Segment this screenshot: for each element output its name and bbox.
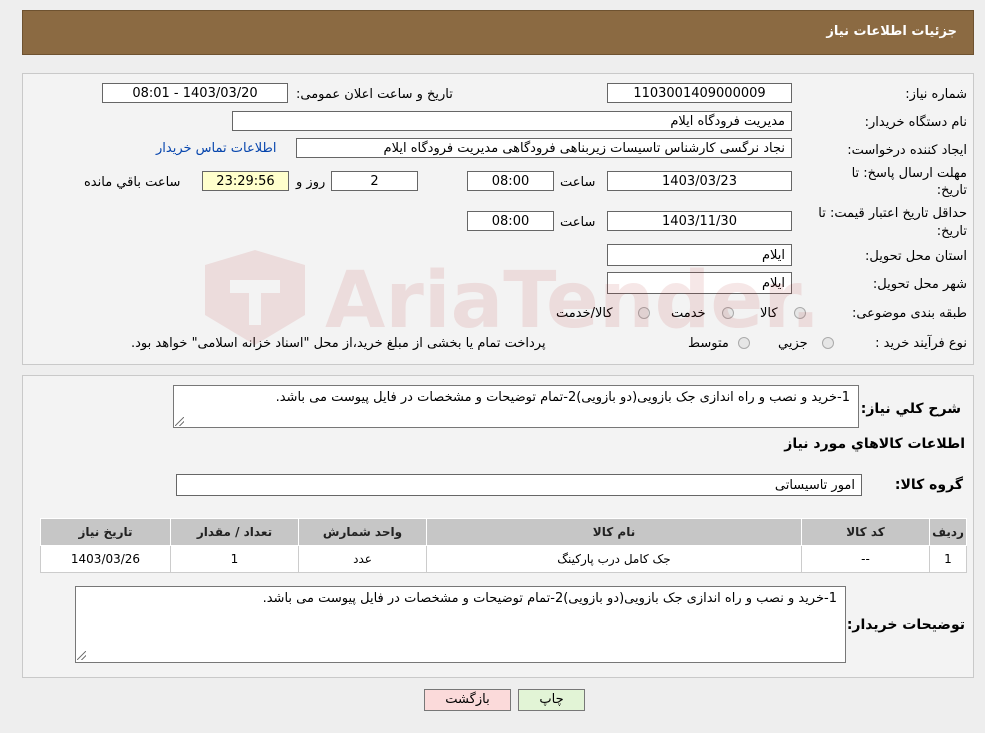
buyer-notes-label: توضیحات خریدار: bbox=[846, 617, 965, 633]
time-remaining-label: ساعت باقي مانده bbox=[84, 175, 181, 190]
need-summary-label: شرح كلي نياز: bbox=[860, 401, 961, 417]
cell-need-date: 1403/03/26 bbox=[40, 545, 171, 573]
watermark-logo-icon bbox=[205, 250, 305, 345]
price-validity-label-date: تاریخ: bbox=[936, 224, 967, 239]
buyer-org-field: مدیریت فرودگاه ایلام bbox=[232, 111, 792, 131]
category-label: طبقه بندی موضوعی: bbox=[851, 306, 967, 321]
time-remaining-field: 23:29:56 bbox=[202, 171, 289, 191]
need-number-label: شماره نیاز: bbox=[905, 87, 967, 102]
buyer-contact-link[interactable]: اطلاعات تماس خریدار bbox=[156, 141, 276, 156]
col-quantity: تعداد / مقدار bbox=[170, 518, 299, 546]
print-button[interactable]: چاپ bbox=[518, 689, 585, 711]
process-radio-minor[interactable] bbox=[822, 337, 834, 349]
days-label: روز و bbox=[296, 175, 326, 190]
need-number-field: 1103001409000009 bbox=[607, 83, 792, 103]
need-summary-resize-handle[interactable] bbox=[175, 417, 184, 426]
deadline-label: مهلت ارسال پاسخ: تا bbox=[851, 166, 967, 181]
cell-row-number: 1 bbox=[929, 545, 967, 573]
deadline-time-label: ساعت bbox=[560, 175, 596, 190]
buyer-notes-textarea[interactable]: 1-خرید و نصب و راه اندازی جک بازویی(دو ب… bbox=[75, 586, 846, 663]
process-type-label: نوع فرآیند خرید : bbox=[875, 336, 967, 351]
goods-info-title: اطلاعات كالاهاي مورد نياز bbox=[784, 436, 965, 452]
page-title: جزئیات اطلاعات نیاز bbox=[826, 24, 957, 39]
announce-date-field: 1403/03/20 - 08:01 bbox=[102, 83, 288, 103]
price-validity-time-field: 08:00 bbox=[467, 211, 554, 231]
price-validity-label: حداقل تاریخ اعتبار قیمت: تا bbox=[818, 206, 967, 221]
deadline-date-field: 1403/03/23 bbox=[607, 171, 792, 191]
cell-goods-name: جک کامل درب پارکینگ bbox=[426, 545, 802, 573]
creator-label: ایجاد کننده درخواست: bbox=[847, 143, 967, 158]
goods-group-field: امور تاسیساتی bbox=[176, 474, 862, 496]
announce-date-label: تاریخ و ساعت اعلان عمومی: bbox=[296, 87, 453, 102]
page-header: جزئیات اطلاعات نیاز bbox=[22, 10, 974, 55]
province-label: استان محل تحویل: bbox=[865, 249, 967, 264]
city-label: شهر محل تحویل: bbox=[872, 277, 967, 292]
price-validity-time-label: ساعت bbox=[560, 215, 596, 230]
deadline-time-field: 08:00 bbox=[467, 171, 554, 191]
table-header-row: رديف كد كالا نام كالا واحد شمارش تعداد /… bbox=[40, 518, 967, 546]
back-button[interactable]: بازگشت bbox=[424, 689, 511, 711]
goods-table: رديف كد كالا نام كالا واحد شمارش تعداد /… bbox=[40, 518, 967, 573]
cell-quantity: 1 bbox=[170, 545, 299, 573]
col-goods-code: كد كالا bbox=[801, 518, 930, 546]
deadline-label-date: تاریخ: bbox=[936, 183, 967, 198]
cell-goods-code: -- bbox=[801, 545, 930, 573]
col-goods-name: نام كالا bbox=[426, 518, 802, 546]
need-summary-textarea[interactable]: 1-خرید و نصب و راه اندازی جک بازویی(دو ب… bbox=[173, 385, 859, 428]
col-need-date: تاريخ نياز bbox=[40, 518, 171, 546]
goods-group-label: گروه كالا: bbox=[894, 477, 963, 493]
days-remaining-field: 2 bbox=[331, 171, 418, 191]
price-validity-date-field: 1403/11/30 bbox=[607, 211, 792, 231]
cell-unit: عدد bbox=[298, 545, 427, 573]
watermark-text: AriaTender.neT bbox=[325, 256, 815, 346]
ariatender-watermark: AriaTender.neT bbox=[205, 250, 815, 346]
col-row-number: رديف bbox=[929, 518, 967, 546]
buyer-org-label: نام دستگاه خریدار: bbox=[864, 115, 967, 130]
table-row: 1 -- جک کامل درب پارکینگ عدد 1 1403/03/2… bbox=[40, 545, 967, 573]
creator-field: نجاد نرگسی کارشناس تاسیسات زیربناهی فرود… bbox=[296, 138, 792, 158]
col-unit: واحد شمارش bbox=[298, 518, 427, 546]
buyer-notes-resize-handle[interactable] bbox=[77, 651, 86, 660]
